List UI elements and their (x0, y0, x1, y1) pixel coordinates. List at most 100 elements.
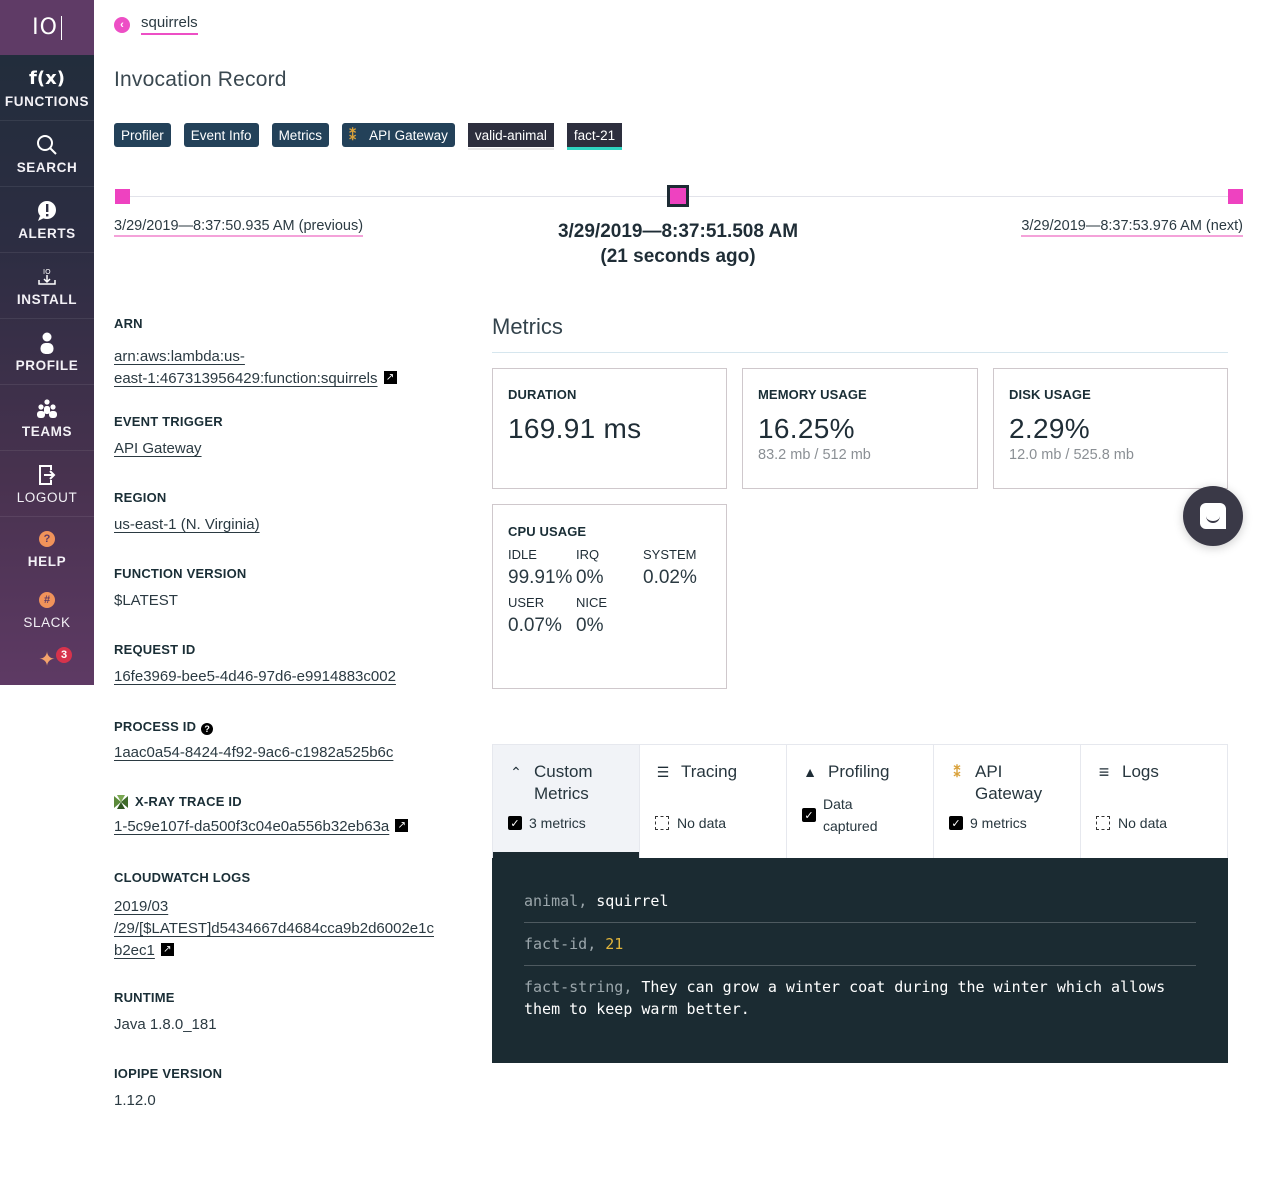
field-runtime: RUNTIME Java 1.8.0_181 (114, 990, 459, 1066)
tab-tracing[interactable]: ☰ Tracing No data (640, 745, 787, 858)
cpu-user: USER 0.07% (508, 595, 562, 636)
field-label: IOPIPE VERSION (114, 1066, 223, 1081)
current-invocation-time: 3/29/2019—8:37:51.508 AM (21 seconds ago… (483, 219, 873, 269)
previous-invocation-link[interactable]: 3/29/2019—8:37:50.935 AM (previous) (114, 218, 364, 237)
profile-icon (39, 331, 55, 355)
sidebar-item-install[interactable]: IO INSTALL (0, 253, 94, 319)
timeline-current-marker (667, 185, 689, 207)
tab-label: Tracing (681, 762, 738, 781)
sidebar-item-search[interactable]: SEARCH (0, 121, 94, 187)
external-link-icon[interactable]: ↗ (160, 943, 174, 956)
timeline-next-marker[interactable] (1228, 189, 1243, 204)
sidebar-item-label: TEAMS (21, 423, 73, 439)
back-arrow-icon[interactable]: ‹ (114, 16, 130, 33)
tab-custom-metrics[interactable]: ⌃ Custom Metrics ✓ 3 metrics (493, 745, 640, 858)
sidebar-item-label: PROFILE (15, 357, 79, 373)
field-label: EVENT TRIGGER (114, 414, 223, 429)
svg-text:IO: IO (43, 268, 51, 276)
sidebar-item-functions[interactable]: f(x) FUNCTIONS (0, 55, 94, 121)
sidebar-item-label: HELP (27, 553, 67, 569)
checked-icon: ✓ (802, 808, 816, 822)
event-trigger-link[interactable]: API Gateway (114, 440, 202, 457)
card-label: DISK USAGE (1009, 387, 1091, 402)
sidebar-item-teams[interactable]: TEAMS (0, 385, 94, 451)
tag-api-gateway[interactable]: ⁑ API Gateway (342, 123, 455, 147)
chat-support-button[interactable] (1183, 486, 1243, 546)
memory-usage-card: MEMORY USAGE 16.25% 83.2 mb / 512 mb (742, 368, 978, 489)
custom-metrics-panel: animal, squirrel fact-id, 21 fact-string… (492, 858, 1228, 1063)
memory-detail: 83.2 mb / 512 mb (758, 447, 871, 463)
xray-trace-link[interactable]: 1-5c9e107f-da500f3c04e0a556b32eb63a (114, 818, 389, 835)
trend-icon: ⌃ (510, 764, 522, 780)
sidebar-item-label: SEARCH (16, 159, 78, 175)
current-relative-time: (21 seconds ago) (600, 246, 756, 267)
tag-label: Profiler (121, 127, 164, 143)
field-label: CLOUDWATCH LOGS (114, 870, 251, 885)
plugin-tabs: ⌃ Custom Metrics ✓ 3 metrics ☰ Tracing No da… (492, 744, 1228, 858)
sidebar-item-alerts[interactable]: ALERTS (0, 187, 94, 253)
field-iopipe-version: IOPIPE VERSION 1.12.0 (114, 1066, 459, 1112)
tab-status: No data (677, 815, 727, 831)
sparkle-icon: ✦ (38, 648, 56, 671)
duration-card: DURATION 169.91 ms (492, 368, 727, 489)
sidebar-item-slack[interactable]: # SLACK (0, 578, 94, 639)
tag-label: API Gateway (369, 127, 448, 143)
external-link-icon[interactable]: ↗ (383, 371, 397, 384)
metric-row: fact-id, 21 (524, 923, 1196, 966)
sidebar: IO f(x) FUNCTIONS SEARCH ALERTS IO INSTA… (0, 0, 94, 685)
duration-value: 169.91 ms (508, 413, 642, 444)
field-region: REGION us-east-1 (N. Virginia) (114, 490, 459, 566)
field-label: ARN (114, 316, 143, 331)
sidebar-item-label: SLACK (23, 614, 71, 630)
help-icon[interactable]: ? (201, 723, 214, 735)
iopipe-logo[interactable]: IO (0, 0, 94, 55)
external-link-icon[interactable]: ↗ (395, 819, 409, 832)
tab-logs[interactable]: ≡ Logs No data (1081, 745, 1227, 858)
tracing-icon: ☰ (656, 764, 670, 780)
tab-label: Custom Metrics (534, 762, 593, 803)
back-to-function-link[interactable]: squirrels (141, 14, 198, 35)
checked-icon: ✓ (949, 816, 963, 830)
tag-metrics[interactable]: Metrics (271, 123, 330, 147)
field-process-id: PROCESS ID? 1aac0a54-8424-4f92-9ac6-c198… (114, 718, 459, 794)
tab-status: Data captured (823, 796, 878, 834)
logo-text: IO (32, 15, 58, 40)
field-cloudwatch-logs: CLOUDWATCH LOGS 2019/03/29/[$LATEST]d543… (114, 870, 459, 990)
field-label: X-RAY TRACE ID (135, 794, 242, 809)
iopipe-version-value: 1.12.0 (114, 1092, 156, 1109)
runtime-value: Java 1.8.0_181 (114, 1016, 217, 1033)
region-link[interactable]: us-east-1 (N. Virginia) (114, 516, 260, 533)
process-id-link[interactable]: 1aac0a54-8424-4f92-9ac6-c1982a525b6c (114, 744, 393, 761)
next-invocation-link[interactable]: 3/29/2019—8:37:53.976 AM (next) (1021, 218, 1243, 237)
metrics-heading: Metrics (492, 314, 563, 339)
slack-icon: # (39, 591, 55, 608)
chat-icon (1200, 503, 1226, 529)
request-id-link[interactable]: 16fe3969-bee5-4d46-97d6-e9914883c002 (114, 668, 396, 685)
field-label: REGION (114, 490, 167, 505)
arn-link[interactable]: arn:aws:lambda:us-east-1:467313956429:fu… (114, 348, 378, 387)
sidebar-item-profile[interactable]: PROFILE (0, 319, 94, 385)
whats-new-button[interactable]: ✦ 3 (0, 639, 94, 679)
breadcrumb: ‹ squirrels (114, 14, 198, 35)
tag-event-info[interactable]: Event Info (183, 123, 259, 147)
field-event-trigger: EVENT TRIGGER API Gateway (114, 414, 459, 490)
tab-api-gateway[interactable]: ⁑ API Gateway ✓ 9 metrics (934, 745, 1081, 858)
teams-icon (36, 397, 58, 421)
logs-icon: ≡ (1098, 762, 1110, 782)
tag-profiler[interactable]: Profiler (114, 123, 171, 147)
label-fact-21[interactable]: fact-21 (566, 123, 623, 150)
field-label: FUNCTION VERSION (114, 566, 247, 581)
sidebar-item-logout[interactable]: LOGOUT (0, 451, 94, 517)
page-title: Invocation Record (114, 68, 287, 91)
sidebar-item-help[interactable]: ? HELP (0, 517, 94, 578)
card-label: CPU USAGE (508, 524, 587, 539)
section-tabs: Profiler Event Info Metrics ⁑ API Gateway… (114, 123, 623, 150)
cpu-usage-card: CPU USAGE IDLE 99.91% IRQ 0% SYSTEM 0.02% U… (492, 504, 727, 689)
tab-profiling[interactable]: ▲ Profiling ✓ Data captured (787, 745, 934, 858)
tab-status: No data (1118, 815, 1168, 831)
alert-icon (36, 199, 58, 223)
timeline-previous-marker[interactable] (115, 189, 130, 204)
label-valid-animal[interactable]: valid-animal (467, 123, 554, 150)
field-function-version: FUNCTION VERSION $LATEST (114, 566, 459, 642)
tab-status: 9 metrics (970, 815, 1027, 831)
